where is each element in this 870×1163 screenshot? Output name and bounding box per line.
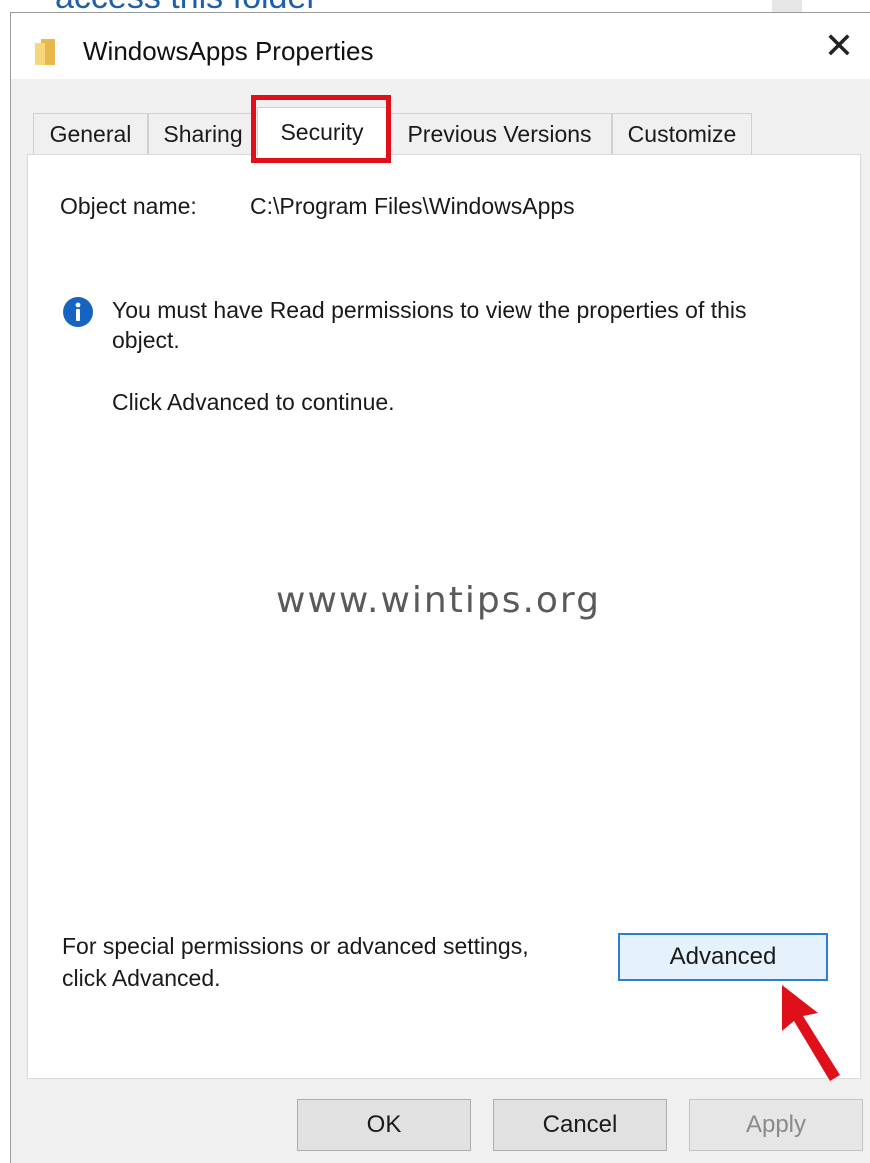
red-arrow-icon xyxy=(782,985,840,1081)
tab-previous-versions[interactable]: Previous Versions xyxy=(387,113,612,155)
continue-instruction: Click Advanced to continue. xyxy=(112,389,395,415)
info-icon xyxy=(63,297,93,327)
tab-general[interactable]: General xyxy=(33,113,148,155)
object-name-label: Object name: xyxy=(60,193,197,219)
advanced-button[interactable]: Advanced xyxy=(618,933,828,981)
tab-customize[interactable]: Customize xyxy=(612,113,752,155)
special-permissions-line1: For special permissions or advanced sett… xyxy=(62,933,529,959)
permission-message-line1: You must have Read permissions to view t… xyxy=(112,297,747,323)
title-bar[interactable]: WindowsApps Properties ✕ xyxy=(11,13,870,79)
ok-button[interactable]: OK xyxy=(297,1099,471,1151)
close-button[interactable]: ✕ xyxy=(807,13,870,79)
object-name-value: C:\Program Files\WindowsApps xyxy=(250,193,575,219)
watermark: www.wintips.org xyxy=(276,580,601,621)
permission-message-line2: object. xyxy=(112,327,180,353)
tab-security[interactable]: Security xyxy=(257,107,387,157)
security-panel: Object name: C:\Program Files\WindowsApp… xyxy=(27,154,861,1081)
apply-button[interactable]: Apply xyxy=(689,1099,863,1151)
tab-sharing[interactable]: Sharing xyxy=(148,113,258,155)
cancel-button[interactable]: Cancel xyxy=(493,1099,667,1151)
window-title: WindowsApps Properties xyxy=(83,36,374,66)
special-permissions-line2: click Advanced. xyxy=(62,965,221,991)
close-icon: ✕ xyxy=(823,25,855,66)
properties-dialog: WindowsApps Properties ✕ General Sharing… xyxy=(10,12,870,1163)
folder-icon xyxy=(35,39,55,65)
